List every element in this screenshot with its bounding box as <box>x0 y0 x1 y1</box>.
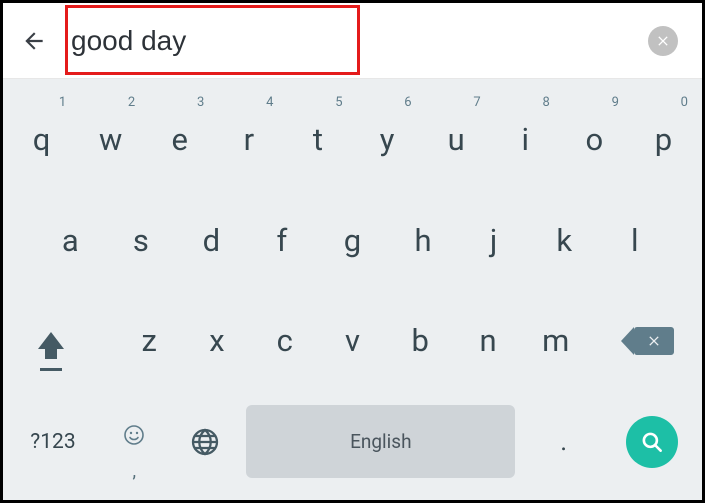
on-screen-keyboard: q1 w2 e3 r4 t5 y6 u7 i8 o9 p0 a s d f g … <box>3 79 702 500</box>
key-l[interactable]: l <box>599 190 670 291</box>
emoji-key[interactable]: , <box>99 391 170 492</box>
shift-underline <box>40 368 62 371</box>
key-w[interactable]: w2 <box>76 89 145 190</box>
period-key[interactable]: . <box>521 391 606 492</box>
clear-button[interactable] <box>648 26 678 56</box>
keyboard-row-1: q1 w2 e3 r4 t5 y6 u7 i8 o9 p0 <box>7 89 698 190</box>
comma-label: , <box>133 461 137 482</box>
key-c[interactable]: c <box>251 291 319 392</box>
back-button[interactable] <box>17 24 51 58</box>
search-action-icon <box>626 416 678 468</box>
key-b[interactable]: b <box>386 291 454 392</box>
key-s[interactable]: s <box>106 190 177 291</box>
key-k[interactable]: k <box>529 190 600 291</box>
key-p[interactable]: p0 <box>629 89 698 190</box>
shift-key[interactable] <box>7 291 95 392</box>
space-key[interactable]: English <box>246 405 515 478</box>
key-o[interactable]: o9 <box>560 89 629 190</box>
keyboard-row-3: z x c v b n m <box>7 291 698 392</box>
key-e[interactable]: e3 <box>145 89 214 190</box>
key-x[interactable]: x <box>183 291 251 392</box>
language-key[interactable] <box>170 391 241 492</box>
close-icon <box>655 33 671 49</box>
key-h[interactable]: h <box>388 190 459 291</box>
key-d[interactable]: d <box>176 190 247 291</box>
key-m[interactable]: m <box>522 291 590 392</box>
key-t[interactable]: t5 <box>283 89 352 190</box>
key-f[interactable]: f <box>247 190 318 291</box>
arrow-left-icon <box>21 28 47 54</box>
shift-icon <box>38 332 64 349</box>
globe-icon <box>189 426 221 458</box>
keyboard-row-4: ?123 , English . <box>7 391 698 492</box>
key-j[interactable]: j <box>458 190 529 291</box>
search-input[interactable] <box>51 3 648 78</box>
key-z[interactable]: z <box>115 291 183 392</box>
symbols-key[interactable]: ?123 <box>7 391 99 492</box>
key-y[interactable]: y6 <box>353 89 422 190</box>
search-bar <box>3 3 702 79</box>
key-r[interactable]: r4 <box>214 89 283 190</box>
key-i[interactable]: i8 <box>491 89 560 190</box>
key-q[interactable]: q1 <box>7 89 76 190</box>
key-v[interactable]: v <box>319 291 387 392</box>
backspace-key[interactable] <box>610 291 698 392</box>
key-u[interactable]: u7 <box>422 89 491 190</box>
key-n[interactable]: n <box>454 291 522 392</box>
key-a[interactable]: a <box>35 190 106 291</box>
key-g[interactable]: g <box>317 190 388 291</box>
emoji-icon <box>122 423 146 447</box>
keyboard-row-2: a s d f g h j k l <box>7 190 698 291</box>
backspace-icon <box>634 327 674 355</box>
search-key[interactable] <box>606 391 698 492</box>
